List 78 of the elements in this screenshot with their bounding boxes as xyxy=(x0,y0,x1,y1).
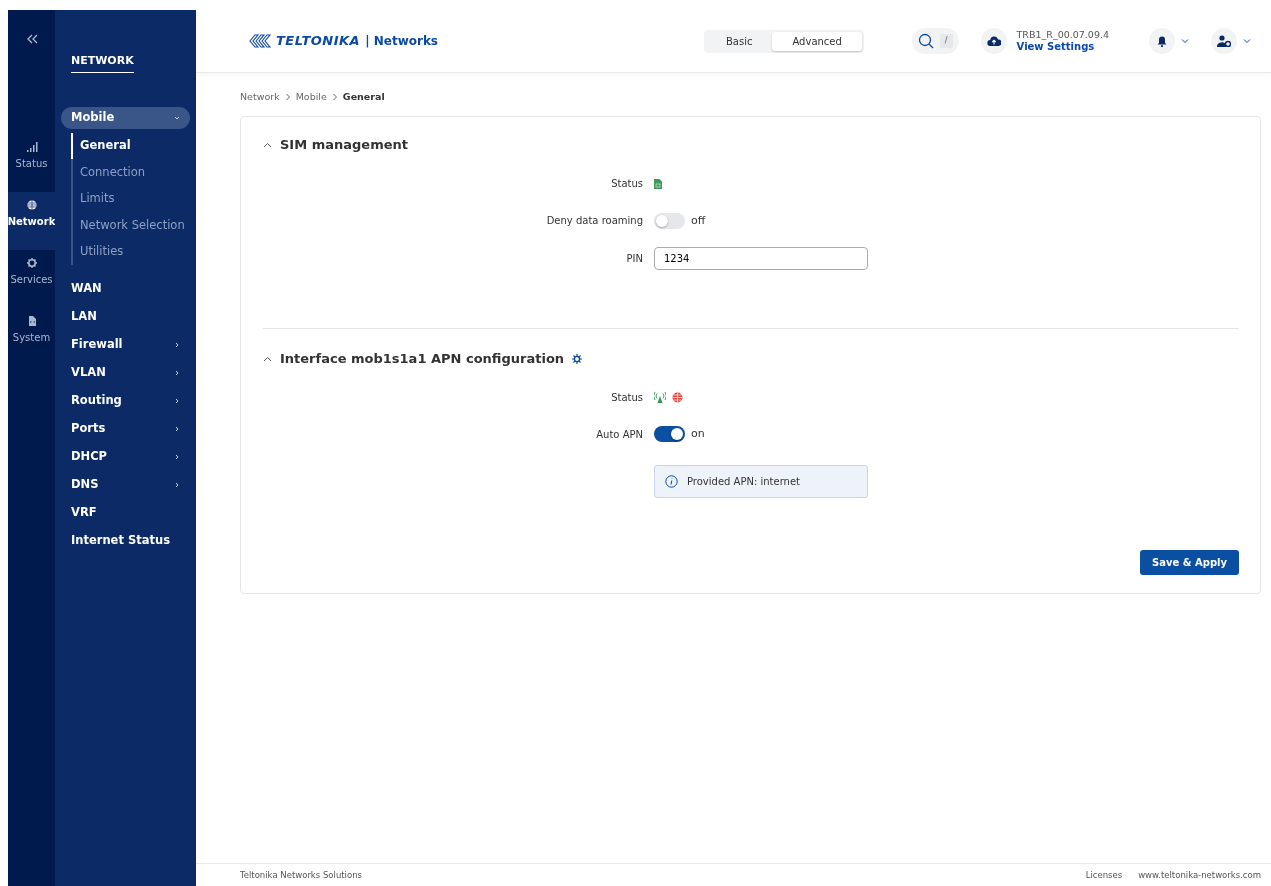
search-icon xyxy=(917,33,934,49)
nav-menu-item[interactable]: DHCP xyxy=(61,443,190,471)
footer-link[interactable]: www.teltonika-networks.com xyxy=(1138,868,1261,882)
sim-card-icon xyxy=(654,178,662,189)
shortcut-key: / xyxy=(939,34,953,48)
antenna-icon xyxy=(654,391,666,403)
user-settings-icon xyxy=(1217,35,1231,47)
firmware-version: TRB1_R_00.07.09.4 xyxy=(1016,29,1109,41)
toggle-switch[interactable] xyxy=(654,426,685,443)
chevron-down-icon[interactable] xyxy=(1243,38,1251,44)
section-title: NETWORK xyxy=(71,53,134,73)
submenu-item[interactable]: General xyxy=(71,132,188,159)
info-text: Provided APN: internet xyxy=(687,475,801,490)
brand-suffix: | Networks xyxy=(365,33,438,50)
chevron-right-icon xyxy=(174,482,180,488)
submenu-item[interactable]: Limits xyxy=(71,185,188,212)
chevron-up-icon[interactable] xyxy=(263,355,272,362)
gear-icon[interactable] xyxy=(572,353,583,364)
nav-menu-item[interactable]: LAN xyxy=(61,303,190,331)
collapse-icon[interactable] xyxy=(25,34,38,44)
cloud-upload-icon xyxy=(986,36,1001,46)
chevron-right-icon xyxy=(331,93,338,102)
search-button[interactable]: / xyxy=(911,28,959,54)
info-icon xyxy=(665,475,678,489)
chevron-up-icon[interactable] xyxy=(263,142,272,148)
submenu-item[interactable]: Utilities xyxy=(71,238,188,265)
chevron-down-icon xyxy=(174,114,180,121)
nav-menu-item[interactable]: Routing xyxy=(61,387,190,415)
notifications-button[interactable] xyxy=(1149,28,1175,54)
nav-menu-item[interactable]: WAN xyxy=(61,275,190,303)
user-menu-button[interactable] xyxy=(1211,28,1237,54)
chevron-right-icon xyxy=(284,93,291,102)
globe-icon xyxy=(672,391,683,403)
toggle-state-label: off xyxy=(691,212,706,229)
chevron-right-icon xyxy=(174,370,180,376)
gear-icon xyxy=(25,258,38,268)
globe-icon xyxy=(25,200,38,210)
nav-menu-item[interactable]: Firewall xyxy=(61,331,190,359)
chevron-right-icon xyxy=(174,426,180,432)
chevron-right-icon xyxy=(174,398,180,404)
nav-menu-item[interactable]: Internet Status xyxy=(61,527,190,555)
rail-nav-item[interactable]: Network xyxy=(8,192,55,250)
mode-tab[interactable]: Advanced xyxy=(772,31,862,51)
nav-menu-item[interactable]: VRF xyxy=(61,499,190,527)
field-label: Status xyxy=(611,178,643,190)
nav-menu-item[interactable]: Ports xyxy=(61,415,190,443)
submenu-item[interactable]: Connection xyxy=(71,159,188,186)
breadcrumb-item: General xyxy=(342,90,385,104)
mode-tab[interactable]: Basic xyxy=(705,31,773,51)
field-label: Auto APN xyxy=(596,428,643,440)
bell-icon xyxy=(1157,35,1167,47)
footer-link[interactable]: Licenses xyxy=(1085,868,1123,882)
company-name: Teltonika Networks Solutions xyxy=(240,868,362,882)
breadcrumb-item[interactable]: Network xyxy=(240,90,280,105)
toggle-switch[interactable] xyxy=(654,212,685,229)
section-title: Interface mob1s1a1 APN configuration xyxy=(280,349,565,368)
breadcrumb-item[interactable]: Mobile xyxy=(295,90,327,105)
nav-menu-item[interactable]: VLAN xyxy=(61,359,190,387)
cloud-button[interactable] xyxy=(980,28,1007,54)
chevron-down-icon[interactable] xyxy=(1181,38,1189,44)
submenu-item[interactable]: Network Selection xyxy=(71,212,188,239)
rail-nav-item[interactable]: Services xyxy=(8,250,55,308)
toggle-state-label: on xyxy=(691,426,705,442)
rail-nav-item[interactable]: Status xyxy=(8,134,55,192)
rail-nav-item[interactable]: System xyxy=(8,308,55,366)
field-label: PIN xyxy=(626,252,643,264)
field-label: Deny data roaming xyxy=(546,215,643,227)
nav-menu-item[interactable]: Mobile xyxy=(61,106,190,129)
signal-icon xyxy=(25,142,38,152)
save-apply-button[interactable]: Save & Apply xyxy=(1140,550,1239,576)
chevron-right-icon xyxy=(174,454,180,460)
nav-menu-item[interactable]: DNS xyxy=(61,471,190,499)
field-label: Status xyxy=(611,391,643,403)
chevron-right-icon xyxy=(174,342,180,348)
pin-field[interactable]: 1234 xyxy=(654,246,868,270)
section-title: SIM management xyxy=(280,136,408,155)
view-settings-link[interactable]: View Settings xyxy=(1016,40,1109,53)
brand-name: TELTONIKA xyxy=(276,32,361,51)
